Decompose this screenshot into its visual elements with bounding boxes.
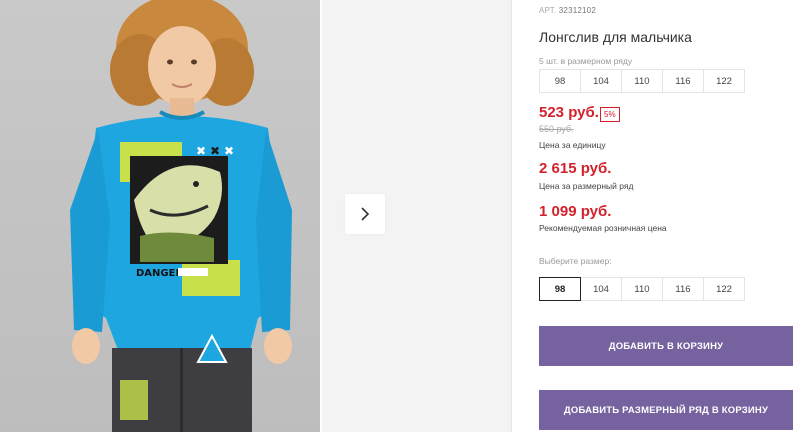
size-picker-label: Выберите размер: (539, 256, 612, 266)
svg-text:✖: ✖ (210, 144, 220, 158)
product-photo-illustration: ✖ ✖ ✖ DANGER (70, 0, 292, 432)
size-option-122[interactable]: 122 (703, 277, 745, 301)
product-title: Лонгслив для мальчика (539, 29, 692, 45)
sku-line: АРТ. 32312102 (539, 6, 596, 15)
old-price: 550 руб. (539, 124, 574, 134)
print-danger-text: DANGER (136, 268, 183, 279)
sku-label: АРТ. (539, 6, 557, 15)
series-size-cell: 104 (580, 69, 622, 93)
series-price: 2 615 руб. (539, 160, 612, 177)
series-size-list: 98 104 110 116 122 (539, 69, 745, 93)
retail-price: 1 099 руб. (539, 203, 612, 220)
size-option-110[interactable]: 110 (621, 277, 663, 301)
next-image-button[interactable] (345, 194, 385, 234)
series-size-cell: 110 (621, 69, 663, 93)
chevron-right-icon (361, 207, 370, 221)
panel-divider (511, 0, 512, 432)
product-info-panel: АРТ. 32312102 Лонгслив для мальчика 5 шт… (539, 0, 794, 432)
size-option-104[interactable]: 104 (580, 277, 622, 301)
sku-value: 32312102 (558, 6, 596, 15)
size-option-116[interactable]: 116 (662, 277, 704, 301)
series-size-cell: 122 (703, 69, 745, 93)
add-to-cart-button[interactable]: ДОБАВИТЬ В КОРЗИНУ (539, 326, 793, 366)
series-price-label: Цена за размерный ряд (539, 181, 634, 191)
add-series-to-cart-button[interactable]: ДОБАВИТЬ РАЗМЕРНЫЙ РЯД В КОРЗИНУ (539, 390, 793, 430)
product-gallery: ✖ ✖ ✖ DANGER (0, 0, 511, 432)
unit-price: 523 руб. (539, 104, 599, 121)
discount-badge: 5% (600, 107, 620, 122)
size-option-98[interactable]: 98 (539, 277, 581, 301)
svg-text:✖: ✖ (224, 144, 234, 158)
retail-price-label: Рекомендуемая розничная цена (539, 223, 667, 233)
series-note: 5 шт. в размерном ряду (539, 56, 633, 66)
product-photo[interactable]: ✖ ✖ ✖ DANGER (0, 0, 320, 432)
series-size-cell: 116 (662, 69, 704, 93)
unit-price-label: Цена за единицу (539, 140, 606, 150)
series-size-cell: 98 (539, 69, 581, 93)
svg-text:✖: ✖ (196, 144, 206, 158)
size-picker: 98 104 110 116 122 (539, 277, 745, 301)
